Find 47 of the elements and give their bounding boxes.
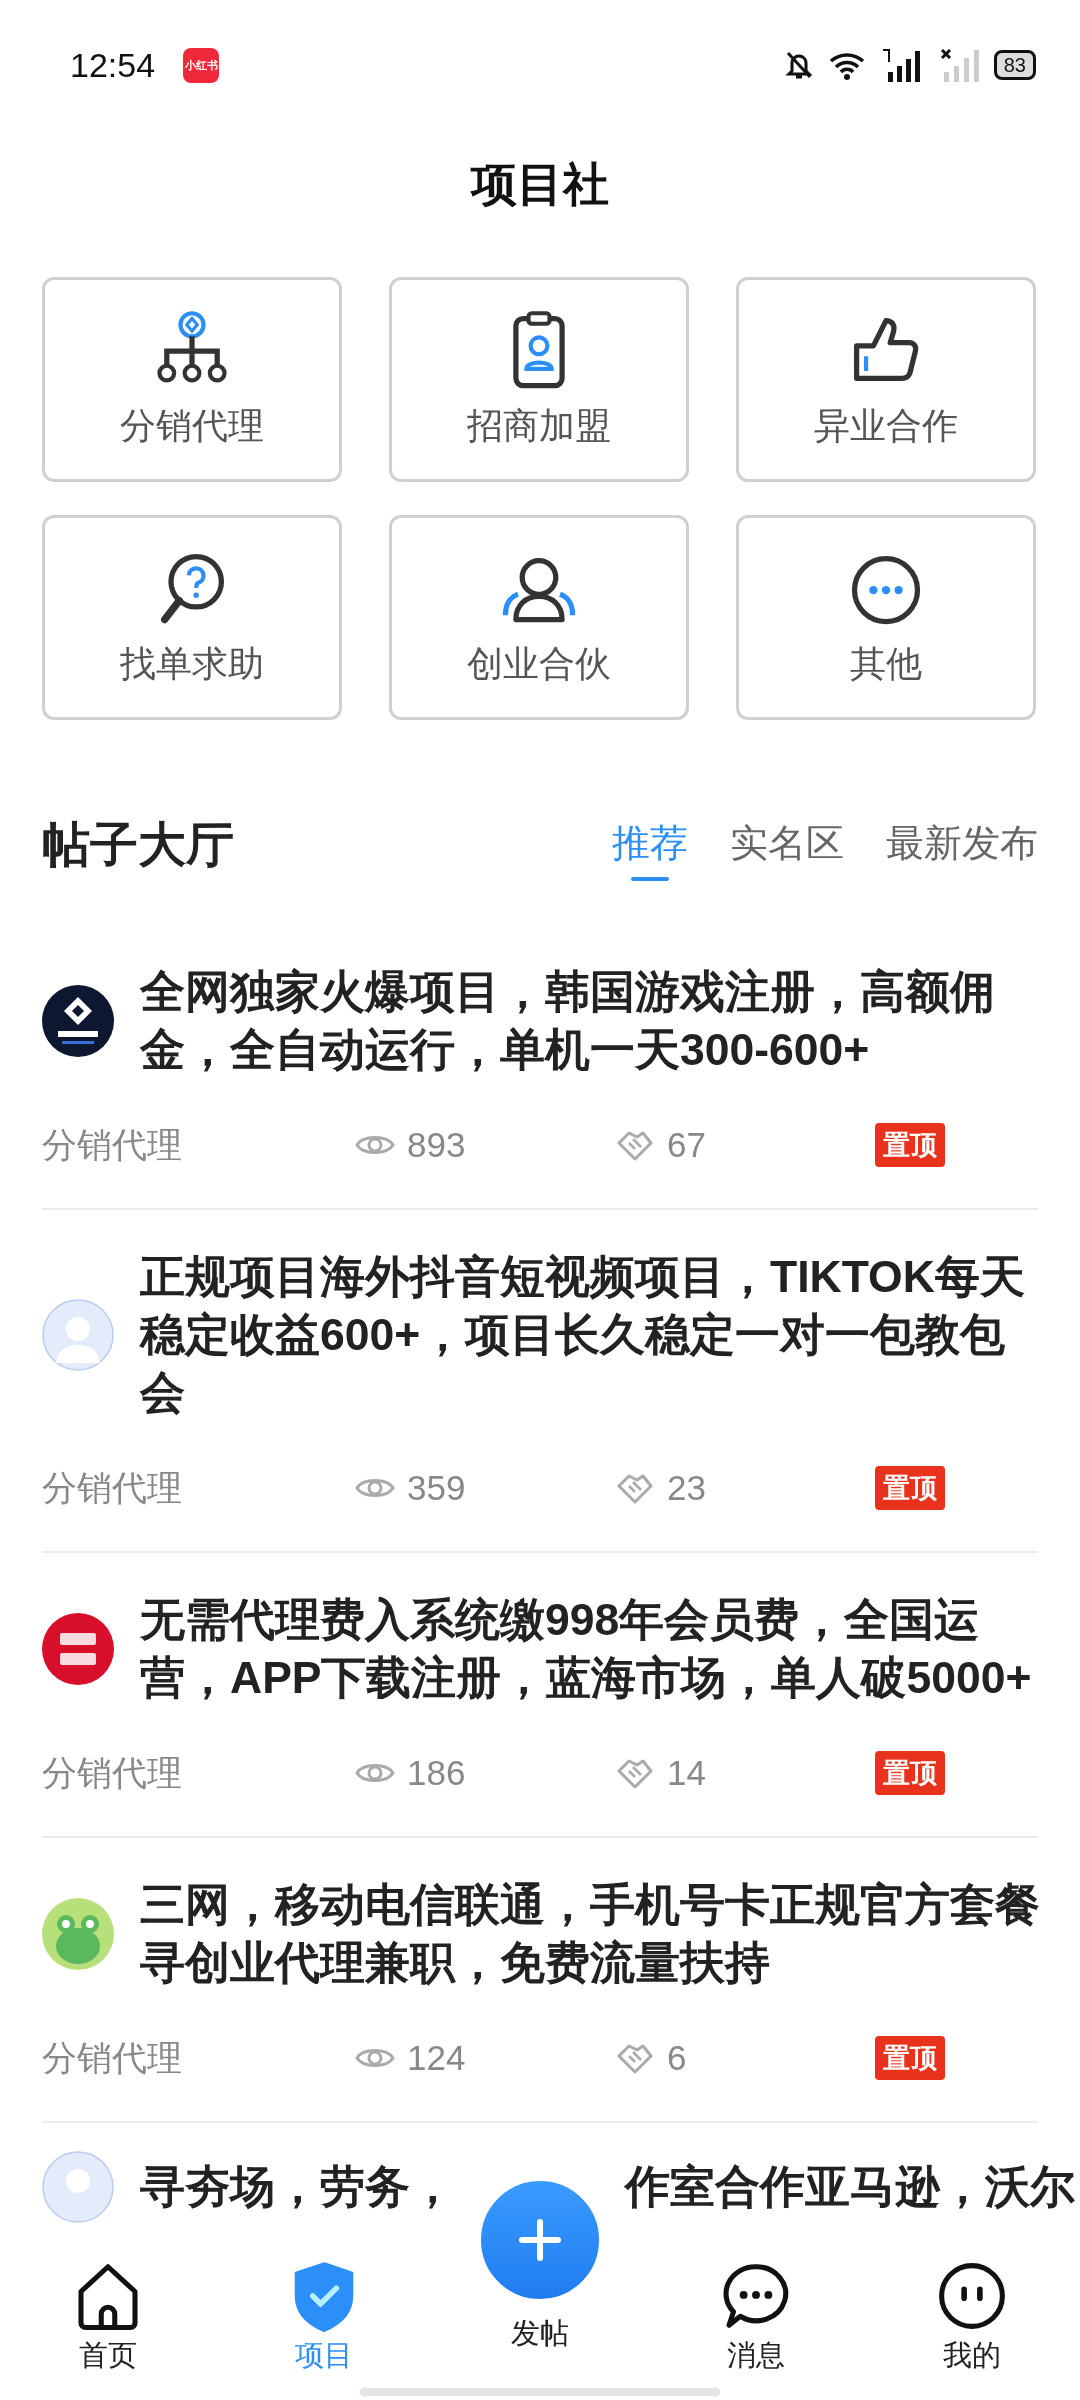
mute-bell-icon — [783, 49, 814, 81]
feed-tab[interactable]: 最新发布 — [886, 809, 1038, 881]
face-icon — [936, 2260, 1008, 2332]
post-category: 分销代理 — [42, 2036, 183, 2079]
post-category: 分销代理 — [42, 1751, 183, 1794]
status-time: 12:54 — [70, 45, 156, 85]
handshake-icon — [615, 1757, 655, 1789]
like-count: 14 — [667, 1753, 706, 1793]
like-count: 67 — [667, 1125, 706, 1165]
post-title[interactable]: 寻夯场，劳务， — [140, 2158, 455, 2216]
category-button[interactable]: 创业合伙 — [389, 515, 689, 720]
like-count: 6 — [667, 2038, 687, 2078]
category-button[interactable]: 分销代理 — [42, 277, 342, 482]
pinned-badge: 置顶 — [875, 1123, 945, 1167]
view-count: 359 — [407, 1468, 466, 1508]
post-category: 分销代理 — [42, 1466, 183, 1509]
avatar-icon — [42, 1299, 114, 1371]
category-button[interactable]: 其他 — [736, 515, 1036, 720]
like-count: 23 — [667, 1468, 706, 1508]
feed-tab[interactable]: 实名区 — [730, 809, 844, 881]
app-notification-icon: 小红书 — [183, 47, 220, 83]
view-count: 124 — [407, 2038, 466, 2078]
pinned-badge: 置顶 — [875, 2036, 945, 2080]
category-button[interactable]: 异业合作 — [736, 277, 1036, 482]
post-title[interactable]: 全网独家火爆项目，韩国游戏注册，高额佣金，全自动运行，单机一天300-600+ — [140, 963, 1044, 1079]
nav-tab[interactable]: 消息 — [648, 2250, 864, 2400]
handshake-icon — [615, 1129, 655, 1161]
nav-tab[interactable]: 我的 — [864, 2250, 1080, 2400]
category-button[interactable]: 招商加盟 — [389, 277, 689, 482]
battery-indicator: 83 — [993, 50, 1036, 80]
post-title[interactable]: 正规项目海外抖音短视频项目，TIKTOK每天稳定收益600+，项目长久稳定一对一包教包会 — [140, 1248, 1044, 1422]
view-count: 893 — [407, 1125, 466, 1165]
post-category: 分销代理 — [42, 1123, 183, 1166]
handshake-icon — [615, 2042, 655, 2074]
nav-tab[interactable]: 首页 — [0, 2250, 216, 2400]
signal-weak-icon — [939, 48, 980, 82]
page-title: 项目社 — [471, 157, 609, 212]
post-title[interactable]: 作室合作亚马逊，沃尔 — [625, 2158, 1075, 2216]
view-count: 186 — [407, 1753, 466, 1793]
category-button[interactable]: 找单求助 — [42, 515, 342, 720]
pinned-badge: 置顶 — [875, 1751, 945, 1795]
post-title[interactable]: 三网，移动电信联通，手机号卡正规官方套餐寻创业代理兼职，免费流量扶持 — [140, 1876, 1044, 1992]
post-title[interactable]: 无需代理费入系统缴998年会员费，全国运营，APP下载注册，蓝海市场，单人破5000+ — [140, 1591, 1044, 1707]
section-title: 帖子大厅 — [42, 817, 234, 873]
handshake-icon — [615, 1472, 655, 1504]
pinned-badge: 置顶 — [875, 1466, 945, 1510]
avatar-icon — [42, 2151, 114, 2223]
